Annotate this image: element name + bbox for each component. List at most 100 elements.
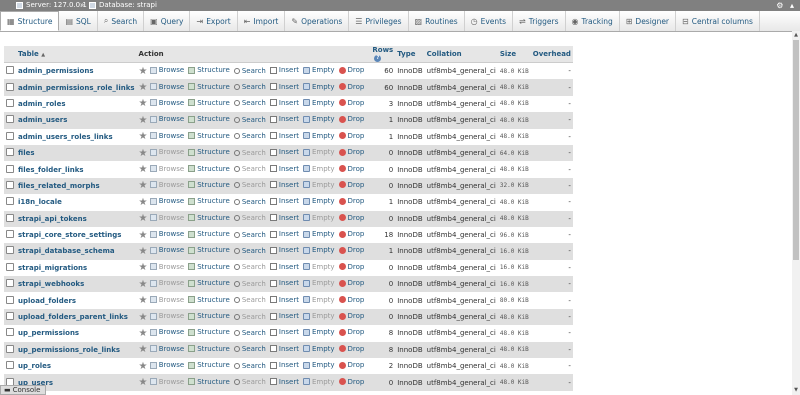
table-name-link[interactable]: admin_users	[18, 116, 67, 124]
insert-action[interactable]: Insert	[269, 99, 299, 107]
empty-action[interactable]: Empty	[302, 312, 335, 320]
structure-action[interactable]: Structure	[188, 197, 230, 205]
table-name-link[interactable]: up_roles	[18, 362, 51, 370]
favorite-star-icon[interactable]: ★	[139, 115, 148, 126]
search-action[interactable]: Search	[233, 329, 266, 337]
search-action[interactable]: Search	[233, 378, 266, 386]
drop-action[interactable]: Drop	[338, 132, 364, 140]
insert-action[interactable]: Insert	[269, 378, 299, 386]
row-checkbox[interactable]	[6, 328, 14, 337]
tab-central-columns[interactable]: ⊟ Central columns	[676, 11, 760, 31]
structure-action[interactable]: Structure	[188, 345, 230, 353]
favorite-star-icon[interactable]: ★	[139, 246, 148, 257]
tab-tracking[interactable]: ◉ Tracking	[566, 11, 620, 31]
search-action[interactable]: Search	[233, 280, 266, 288]
server-link[interactable]: Server: 127.0.0.1	[26, 1, 87, 10]
size-sort-link[interactable]: Size	[500, 50, 516, 58]
empty-action[interactable]: Empty	[302, 83, 335, 91]
search-action[interactable]: Search	[233, 362, 266, 370]
drop-action[interactable]: Drop	[338, 328, 364, 336]
table-name-link[interactable]: strapi_migrations	[18, 264, 87, 272]
favorite-star-icon[interactable]: ★	[139, 377, 148, 388]
favorite-star-icon[interactable]: ★	[139, 312, 148, 323]
favorite-star-icon[interactable]: ★	[139, 344, 148, 355]
browse-action[interactable]: Browse	[149, 345, 184, 353]
browse-action[interactable]: Browse	[149, 115, 184, 123]
favorite-star-icon[interactable]: ★	[139, 279, 148, 290]
browse-action[interactable]: Browse	[149, 197, 184, 205]
favorite-star-icon[interactable]: ★	[139, 197, 148, 208]
row-checkbox[interactable]	[6, 295, 14, 304]
table-name-link[interactable]: admin_users_roles_links	[18, 133, 113, 141]
database-link[interactable]: Database: strapi	[99, 1, 157, 10]
browse-action[interactable]: Browse	[149, 246, 184, 254]
row-checkbox[interactable]	[6, 180, 14, 189]
empty-action[interactable]: Empty	[302, 99, 335, 107]
row-checkbox[interactable]	[6, 131, 14, 140]
tab-structure[interactable]: ▦ Structure	[0, 11, 60, 31]
table-sort-link[interactable]: Table	[18, 50, 39, 58]
row-checkbox[interactable]	[6, 344, 14, 353]
table-name-link[interactable]: strapi_database_schema	[18, 247, 115, 255]
insert-action[interactable]: Insert	[269, 296, 299, 304]
drop-action[interactable]: Drop	[338, 263, 364, 271]
row-checkbox[interactable]	[6, 312, 14, 321]
tab-events[interactable]: ◷ Events	[465, 11, 514, 31]
insert-action[interactable]: Insert	[269, 66, 299, 74]
search-action[interactable]: Search	[233, 181, 266, 189]
table-column-header[interactable]: Table ▲	[16, 46, 137, 63]
row-checkbox[interactable]	[6, 66, 14, 75]
table-name-link[interactable]: upload_folders	[18, 297, 76, 305]
row-checkbox[interactable]	[6, 82, 14, 91]
insert-action[interactable]: Insert	[269, 214, 299, 222]
table-name-link[interactable]: upload_folders_parent_links	[18, 313, 128, 321]
favorite-star-icon[interactable]: ★	[139, 230, 148, 241]
drop-action[interactable]: Drop	[338, 378, 364, 386]
drop-action[interactable]: Drop	[338, 181, 364, 189]
insert-action[interactable]: Insert	[269, 279, 299, 287]
tab-routines[interactable]: ▨ Routines	[409, 11, 465, 31]
collation-column-header[interactable]: Collation	[424, 46, 498, 63]
empty-action[interactable]: Empty	[302, 296, 335, 304]
scroll-down-icon[interactable]: ▼	[793, 387, 799, 393]
structure-action[interactable]: Structure	[188, 279, 230, 287]
insert-action[interactable]: Insert	[269, 361, 299, 369]
table-name-link[interactable]: files_folder_links	[18, 166, 84, 174]
search-action[interactable]: Search	[233, 198, 266, 206]
overhead-column-header[interactable]: Overhead	[530, 46, 573, 63]
insert-action[interactable]: Insert	[269, 345, 299, 353]
drop-action[interactable]: Drop	[338, 345, 364, 353]
drop-action[interactable]: Drop	[338, 165, 364, 173]
tab-import[interactable]: ⇤ Import	[238, 11, 286, 31]
row-checkbox[interactable]	[6, 98, 14, 107]
table-name-link[interactable]: admin_permissions_role_links	[18, 84, 135, 92]
drop-action[interactable]: Drop	[338, 230, 364, 238]
browse-action[interactable]: Browse	[149, 279, 184, 287]
row-checkbox[interactable]	[6, 213, 14, 222]
search-action[interactable]: Search	[233, 67, 266, 75]
tab-export[interactable]: ⇥ Export	[190, 11, 238, 31]
collapse-arrow-icon[interactable]: ▴	[790, 1, 794, 10]
insert-action[interactable]: Insert	[269, 263, 299, 271]
tab-privileges[interactable]: ☰ Privileges	[349, 11, 409, 31]
search-action[interactable]: Search	[233, 214, 266, 222]
row-checkbox[interactable]	[6, 279, 14, 288]
insert-action[interactable]: Insert	[269, 165, 299, 173]
drop-action[interactable]: Drop	[338, 246, 364, 254]
type-column-header[interactable]: Type	[395, 46, 425, 63]
drop-action[interactable]: Drop	[338, 115, 364, 123]
empty-action[interactable]: Empty	[302, 263, 335, 271]
structure-action[interactable]: Structure	[188, 165, 230, 173]
drop-action[interactable]: Drop	[338, 312, 364, 320]
empty-action[interactable]: Empty	[302, 115, 335, 123]
drop-action[interactable]: Drop	[338, 83, 364, 91]
empty-action[interactable]: Empty	[302, 165, 335, 173]
table-name-link[interactable]: admin_roles	[18, 100, 66, 108]
search-action[interactable]: Search	[233, 116, 266, 124]
insert-action[interactable]: Insert	[269, 312, 299, 320]
structure-action[interactable]: Structure	[188, 361, 230, 369]
structure-action[interactable]: Structure	[188, 132, 230, 140]
row-checkbox[interactable]	[6, 197, 14, 206]
browse-action[interactable]: Browse	[149, 328, 184, 336]
tab-triggers[interactable]: ⇌ Triggers	[513, 11, 566, 31]
